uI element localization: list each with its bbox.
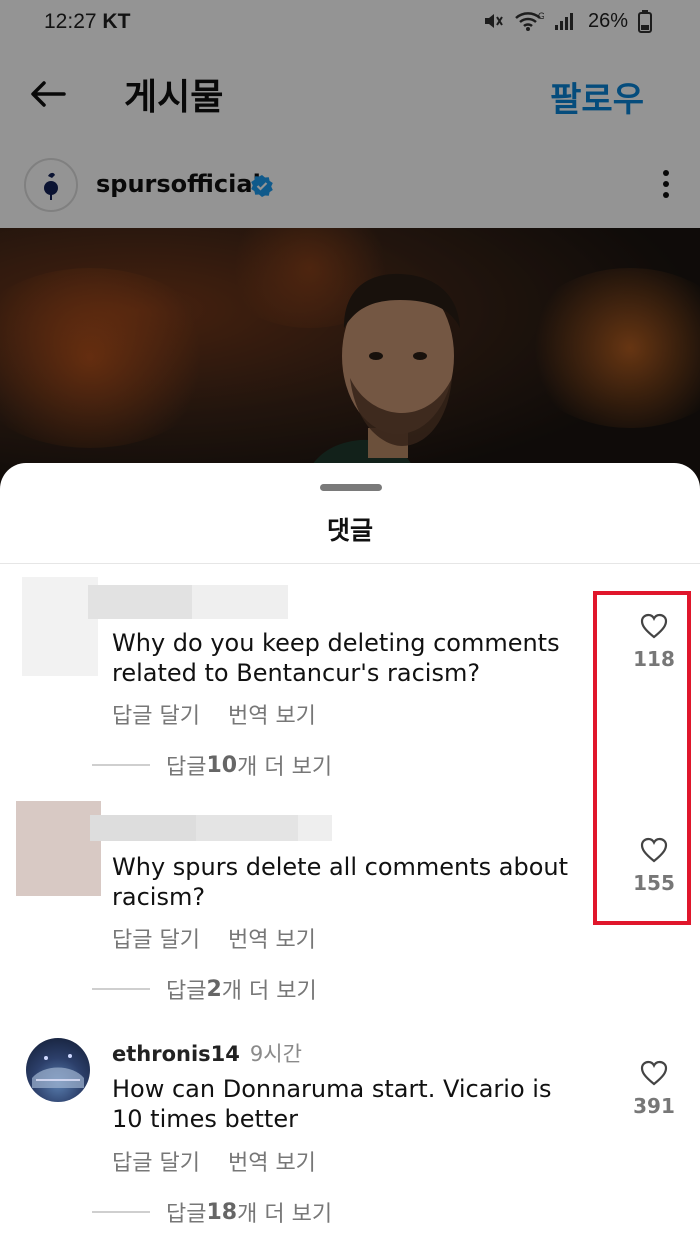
- translate-button[interactable]: 번역 보기: [228, 1145, 316, 1177]
- comment-actions: 답글 달기 번역 보기: [112, 698, 316, 730]
- comment-text: Why do you keep deleting comments relate…: [112, 629, 560, 687]
- reply-button[interactable]: 답글 달기: [112, 698, 200, 730]
- stadium-image: [32, 1054, 84, 1088]
- modal-scrim[interactable]: [0, 0, 700, 500]
- username-redacted: [196, 815, 298, 841]
- view-replies-button[interactable]: 답글 2개 더 보기: [92, 973, 317, 1005]
- comment-text: How can Donnaruma start. Vicario is 10 t…: [112, 1075, 552, 1133]
- comment-text: Why spurs delete all comments about raci…: [112, 853, 569, 911]
- sheet-title: 댓글: [326, 516, 373, 545]
- like-control[interactable]: 391: [626, 1060, 682, 1118]
- reply-button[interactable]: 답글 달기: [112, 1145, 200, 1177]
- reply-button[interactable]: 답글 달기: [112, 922, 200, 954]
- avatar-redacted[interactable]: [16, 801, 101, 896]
- comment-time: 9시간: [249, 1042, 302, 1066]
- view-replies-button[interactable]: 답글 10 개 더 보기: [92, 749, 332, 781]
- comment-actions: 답글 달기 번역 보기: [112, 922, 316, 954]
- divider: [0, 563, 700, 564]
- avatar-redacted[interactable]: [22, 577, 98, 676]
- translate-button[interactable]: 번역 보기: [228, 698, 316, 730]
- translate-button[interactable]: 번역 보기: [228, 922, 316, 954]
- comment-actions: 답글 달기 번역 보기: [112, 1145, 316, 1177]
- username-redacted: [192, 585, 288, 619]
- highlight-box: [593, 591, 691, 925]
- username-redacted: [90, 815, 196, 841]
- view-replies-button[interactable]: 답글 18 개 더 보기: [92, 1196, 332, 1228]
- comment-username[interactable]: ethronis14 9시간: [112, 1038, 302, 1068]
- username-redacted: [298, 815, 332, 841]
- avatar[interactable]: [26, 1038, 90, 1102]
- username-redacted: [88, 585, 192, 619]
- like-count: 391: [633, 1094, 675, 1118]
- heart-icon[interactable]: [640, 1060, 668, 1086]
- drag-handle[interactable]: [320, 484, 382, 491]
